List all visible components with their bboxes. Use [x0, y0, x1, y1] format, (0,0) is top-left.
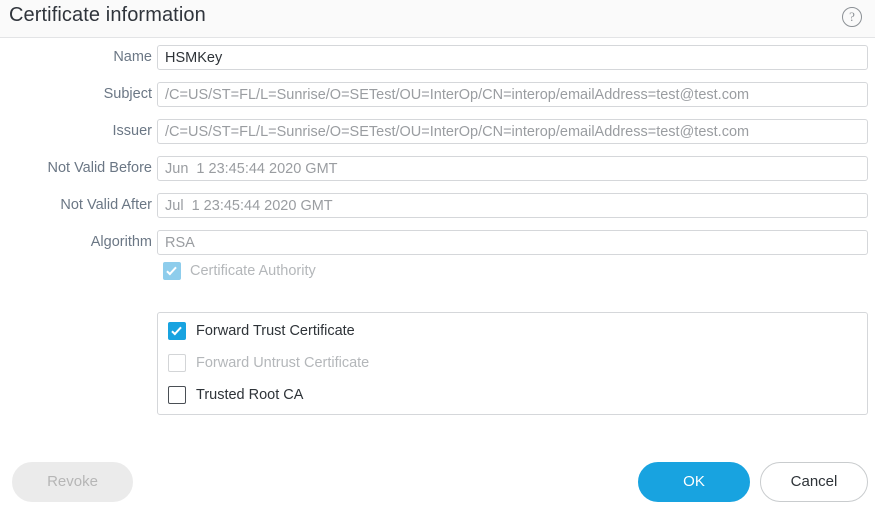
field-label-not-valid-after: Not Valid After: [60, 197, 152, 213]
ok-button[interactable]: OK: [638, 462, 750, 502]
checkbox-forward-untrust-certificate: [168, 354, 186, 372]
algorithm-input[interactable]: [157, 230, 868, 255]
checkbox-row-forward-trust[interactable]: Forward Trust Certificate: [158, 318, 867, 350]
certificate-usage-group: Forward Trust Certificate Forward Untrus…: [157, 312, 868, 415]
page-title: Certificate information: [9, 4, 206, 26]
cancel-button[interactable]: Cancel: [760, 462, 868, 502]
form-row-issuer: Issuer: [0, 112, 875, 149]
not-valid-before-input[interactable]: [157, 156, 868, 181]
help-icon[interactable]: ?: [842, 7, 862, 27]
issuer-input[interactable]: [157, 119, 868, 144]
revoke-button: Revoke: [12, 462, 133, 502]
field-label-algorithm: Algorithm: [90, 234, 152, 250]
checkbox-label-certificate-authority: Certificate Authority: [190, 263, 316, 279]
name-input[interactable]: [157, 45, 868, 70]
field-label-name: Name: [113, 49, 152, 65]
checkbox-certificate-authority: [163, 262, 181, 280]
checkmark-icon: [168, 322, 186, 340]
checkbox-label-forward-untrust-certificate: Forward Untrust Certificate: [196, 355, 370, 371]
field-label-issuer: Issuer: [112, 123, 153, 139]
checkbox-row-trusted-root-ca[interactable]: Trusted Root CA: [158, 382, 867, 414]
certificate-authority-row: Certificate Authority: [0, 260, 875, 287]
form-row-algorithm: Algorithm: [0, 223, 875, 260]
checkbox-forward-trust-certificate[interactable]: [168, 322, 186, 340]
checkbox-label-forward-trust-certificate: Forward Trust Certificate: [196, 323, 355, 339]
not-valid-after-input[interactable]: [157, 193, 868, 218]
form-row-subject: Subject: [0, 75, 875, 112]
dialog-header: Certificate information ?: [0, 0, 875, 38]
subject-input[interactable]: [157, 82, 868, 107]
checkmark-icon: [163, 262, 181, 280]
empty-checkbox-icon: [168, 354, 186, 372]
certificate-form: Name Subject Issuer Not Valid Before Not…: [0, 38, 875, 287]
field-label-subject: Subject: [103, 86, 152, 102]
checkbox-trusted-root-ca[interactable]: [168, 386, 186, 404]
form-row-not-valid-after: Not Valid After: [0, 186, 875, 223]
field-label-not-valid-before: Not Valid Before: [47, 160, 152, 176]
empty-checkbox-icon: [168, 386, 186, 404]
form-row-not-valid-before: Not Valid Before: [0, 149, 875, 186]
checkbox-label-trusted-root-ca: Trusted Root CA: [196, 387, 304, 403]
checkbox-row-forward-untrust: Forward Untrust Certificate: [158, 350, 867, 382]
form-row-name: Name: [0, 38, 875, 75]
